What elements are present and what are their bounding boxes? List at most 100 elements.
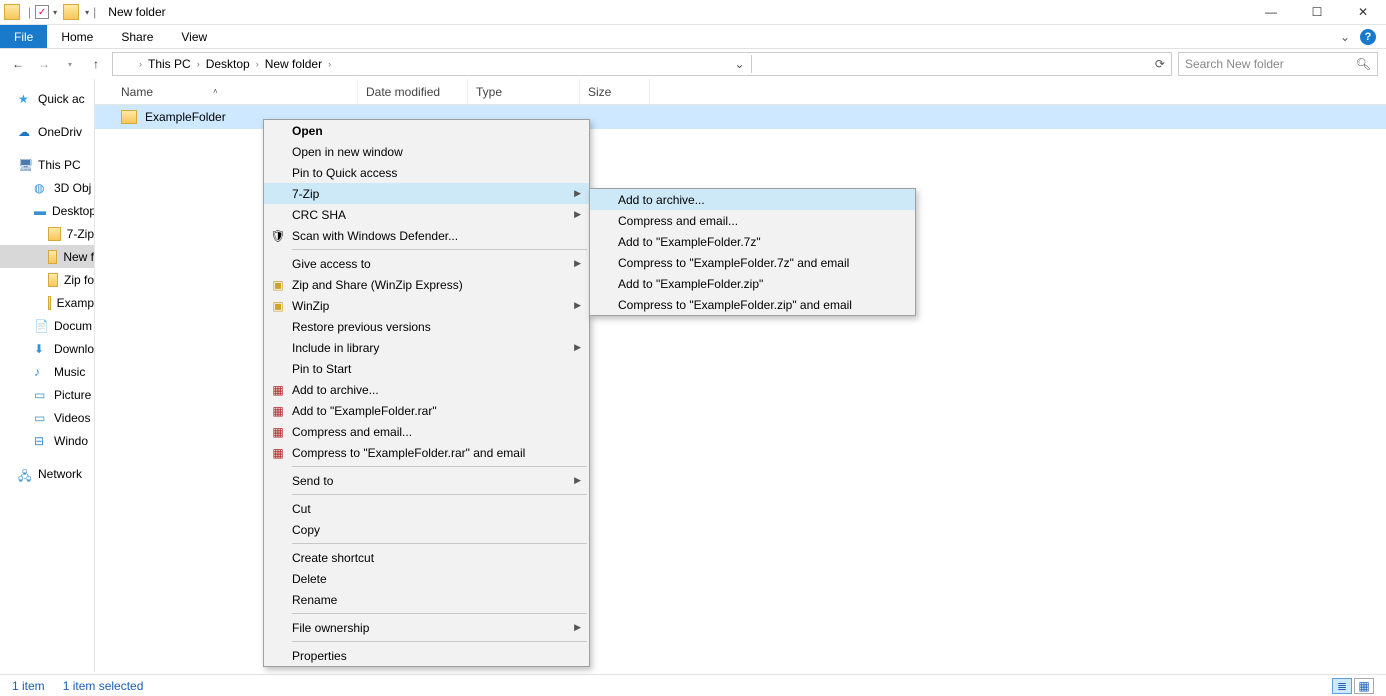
ctx-cut[interactable]: Cut <box>264 498 589 519</box>
tab-share[interactable]: Share <box>107 25 167 48</box>
breadcrumb[interactable]: New folder <box>265 57 322 71</box>
address-bar[interactable]: › This PC › Desktop › New folder › ⌄ ⟳ <box>112 52 1172 76</box>
breadcrumb[interactable]: Desktop <box>206 57 250 71</box>
ctx-open[interactable]: Open <box>264 120 589 141</box>
sidebar-item-label: Docum <box>54 319 92 333</box>
sidebar-item-new-folder[interactable]: New f <box>0 245 94 268</box>
search-input[interactable]: Search New folder 🔍︎ <box>1178 52 1378 76</box>
tab-view[interactable]: View <box>167 25 221 48</box>
qat-dropdown-icon[interactable]: ▾ <box>85 8 89 17</box>
minimize-button[interactable]: — <box>1248 0 1294 25</box>
ctx-include-library[interactable]: Include in library▶ <box>264 337 589 358</box>
sidebar-item-label: New f <box>63 250 94 264</box>
ctx-pin-quick-access[interactable]: Pin to Quick access <box>264 162 589 183</box>
tab-file[interactable]: File <box>0 25 47 48</box>
tab-home[interactable]: Home <box>47 25 107 48</box>
ctx-7zip-compress-7z-email[interactable]: Compress to "ExampleFolder.7z" and email <box>590 252 915 273</box>
column-name[interactable]: Name ˄ <box>113 79 358 104</box>
sidebar-item-quick-access[interactable]: ★Quick ac <box>0 87 94 110</box>
chevron-right-icon[interactable]: › <box>197 59 200 69</box>
ctx-compress-email[interactable]: ▦Compress and email... <box>264 421 589 442</box>
qat-properties-icon[interactable]: ✓ <box>35 5 49 19</box>
ctx-restore-versions[interactable]: Restore previous versions <box>264 316 589 337</box>
folder-icon <box>48 296 51 310</box>
sidebar-item-music[interactable]: ♪Music <box>0 360 94 383</box>
sidebar-item-pictures[interactable]: ▭Picture <box>0 383 94 406</box>
sidebar-item-documents[interactable]: 📄Docum <box>0 314 94 337</box>
ctx-7zip[interactable]: 7-Zip▶ <box>264 183 589 204</box>
chevron-right-icon[interactable]: › <box>256 59 259 69</box>
column-size[interactable]: Size <box>580 79 650 104</box>
search-icon[interactable]: 🔍︎ <box>1356 57 1371 71</box>
maximize-button[interactable]: ☐ <box>1294 0 1340 25</box>
view-details-button[interactable]: ≣ <box>1332 678 1352 694</box>
ctx-open-new-window[interactable]: Open in new window <box>264 141 589 162</box>
refresh-button[interactable]: ⟳ <box>1155 57 1165 71</box>
ctx-7zip-compress-zip-email[interactable]: Compress to "ExampleFolder.zip" and emai… <box>590 294 915 315</box>
sidebar-item-3d-objects[interactable]: ◍3D Obj <box>0 176 94 199</box>
ctx-7zip-compress-email[interactable]: Compress and email... <box>590 210 915 231</box>
ctx-create-shortcut[interactable]: Create shortcut <box>264 547 589 568</box>
column-type[interactable]: Type <box>468 79 580 104</box>
ctx-rename[interactable]: Rename <box>264 589 589 610</box>
sidebar-item-downloads[interactable]: ⬇Downlo <box>0 337 94 360</box>
ctx-pin-start[interactable]: Pin to Start <box>264 358 589 379</box>
ctx-7zip-add-zip[interactable]: Add to "ExampleFolder.zip" <box>590 273 915 294</box>
view-large-icons-button[interactable]: ▦ <box>1354 678 1374 694</box>
ctx-file-ownership[interactable]: File ownership▶ <box>264 617 589 638</box>
pc-icon: 🖥 <box>18 158 32 172</box>
navigation-pane[interactable]: ★Quick ac ☁OneDriv 🖥This PC ◍3D Obj ▬Des… <box>0 79 95 672</box>
folder-icon <box>48 227 61 241</box>
ctx-add-archive[interactable]: ▦Add to archive... <box>264 379 589 400</box>
ctx-give-access[interactable]: Give access to▶ <box>264 253 589 274</box>
ctx-add-rar[interactable]: ▦Add to "ExampleFolder.rar" <box>264 400 589 421</box>
sidebar-item-windows[interactable]: ⊟Windo <box>0 429 94 452</box>
ribbon-collapse-icon[interactable]: ⌄ <box>1330 30 1360 44</box>
ctx-label: CRC SHA <box>292 208 346 222</box>
ctx-label: File ownership <box>292 621 369 635</box>
help-icon[interactable]: ? <box>1360 29 1376 45</box>
sidebar-item-desktop[interactable]: ▬Desktop <box>0 199 94 222</box>
column-date[interactable]: Date modified <box>358 79 468 104</box>
chevron-right-icon[interactable]: › <box>328 59 331 69</box>
back-button[interactable]: ← <box>8 57 28 71</box>
ctx-7zip-add-7z[interactable]: Add to "ExampleFolder.7z" <box>590 231 915 252</box>
sidebar-item-7zip[interactable]: 7-Zip <box>0 222 94 245</box>
ctx-compress-rar-email[interactable]: ▦Compress to "ExampleFolder.rar" and ema… <box>264 442 589 463</box>
sidebar-item-zip-folder[interactable]: Zip fo <box>0 268 94 291</box>
chevron-right-icon: ▶ <box>574 300 581 311</box>
address-dropdown-icon[interactable]: ⌄ <box>734 57 744 71</box>
downloads-icon: ⬇ <box>34 342 48 356</box>
sidebar-item-example[interactable]: Examp <box>0 291 94 314</box>
sidebar-item-onedrive[interactable]: ☁OneDriv <box>0 120 94 143</box>
sidebar-item-videos[interactable]: ▭Videos <box>0 406 94 429</box>
ctx-copy[interactable]: Copy <box>264 519 589 540</box>
separator <box>292 249 587 250</box>
sidebar-item-label: Desktop <box>52 204 94 218</box>
chevron-right-icon[interactable]: › <box>139 59 142 69</box>
close-button[interactable]: ✕ <box>1340 0 1386 25</box>
ctx-label: WinZip <box>292 299 329 313</box>
separator <box>292 543 587 544</box>
ctx-winzip-express[interactable]: ▣Zip and Share (WinZip Express) <box>264 274 589 295</box>
ctx-send-to[interactable]: Send to▶ <box>264 470 589 491</box>
breadcrumb[interactable]: This PC <box>148 57 191 71</box>
folder-icon <box>63 4 79 20</box>
recent-dropdown-icon[interactable]: ▾ <box>60 60 80 69</box>
ctx-defender[interactable]: 🛡Scan with Windows Defender... <box>264 225 589 246</box>
search-placeholder: Search New folder <box>1185 57 1284 71</box>
column-label: Name <box>121 85 153 99</box>
forward-button[interactable]: → <box>34 57 54 71</box>
sidebar-item-this-pc[interactable]: 🖥This PC <box>0 153 94 176</box>
ctx-crc-sha[interactable]: CRC SHA▶ <box>264 204 589 225</box>
ctx-delete[interactable]: Delete <box>264 568 589 589</box>
sort-indicator-icon: ˄ <box>213 87 218 96</box>
qat-dropdown-icon[interactable]: ▾ <box>53 8 57 17</box>
ctx-winzip[interactable]: ▣WinZip▶ <box>264 295 589 316</box>
ctx-7zip-add-archive[interactable]: Add to archive... <box>590 189 915 210</box>
pictures-icon: ▭ <box>34 388 48 402</box>
up-button[interactable]: ↑ <box>86 57 106 71</box>
ctx-properties[interactable]: Properties <box>264 645 589 666</box>
sidebar-item-label: Quick ac <box>38 92 85 106</box>
sidebar-item-network[interactable]: 🖧Network <box>0 462 94 485</box>
